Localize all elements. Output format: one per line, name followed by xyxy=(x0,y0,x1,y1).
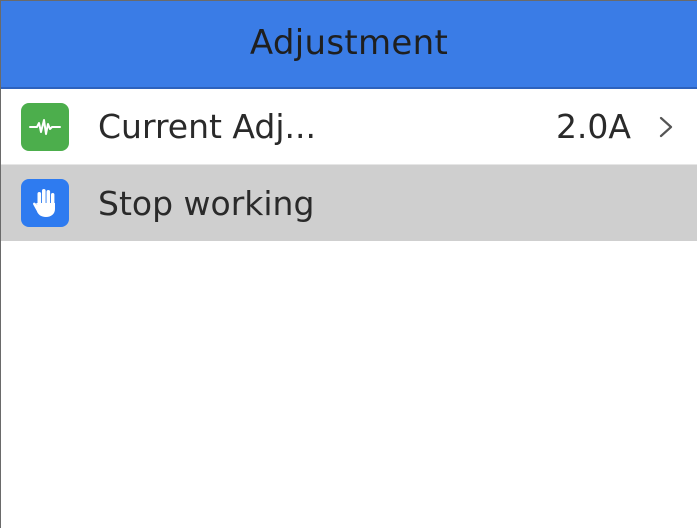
waveform-icon xyxy=(21,102,69,151)
menu-item-label: Current Adj... xyxy=(98,107,317,146)
hand-stop-icon xyxy=(21,179,69,227)
current-value: 2.0A xyxy=(555,107,631,146)
title-bar: Adjustment xyxy=(1,1,697,89)
menu-item-stop-working[interactable]: Stop working xyxy=(1,165,697,241)
page-title: Adjustment xyxy=(249,23,449,63)
menu-item-current-adjust[interactable]: Current Adj... 2.0A xyxy=(1,89,697,165)
chevron-right-icon xyxy=(659,116,673,137)
menu-item-label: Stop working xyxy=(98,183,315,223)
adjustment-screen: Adjustment Current Adj... 2.0A Stop work… xyxy=(0,0,697,528)
menu-list: Current Adj... 2.0A Stop working xyxy=(1,89,697,241)
